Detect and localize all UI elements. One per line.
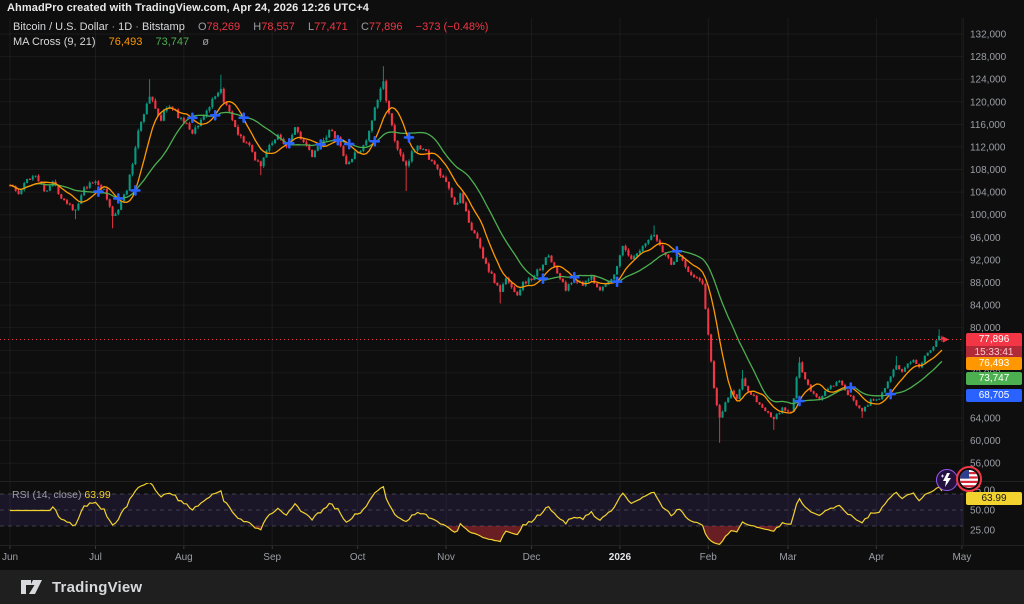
ma-slow-price-label: 73,747	[966, 372, 1022, 385]
last-price-label: 77,896 15:33:41	[966, 333, 1022, 359]
ma-fast-price-label: 76,493	[966, 357, 1022, 370]
rsi-legend[interactable]: RSI (14, close) 63.99	[12, 489, 111, 501]
brand-name[interactable]: TradingView	[52, 579, 142, 596]
symbol-title[interactable]: Bitcoin / U.S. Dollar	[13, 21, 108, 33]
exchange-label: Bitstamp	[142, 21, 185, 33]
attribution-bar: AhmadPro created with TradingView.com, A…	[7, 2, 369, 17]
boost-lightning-icon[interactable]	[936, 469, 958, 491]
tradingview-chart-snapshot: AhmadPro created with TradingView.com, A…	[0, 0, 1024, 604]
indicator-name[interactable]: MA Cross	[13, 36, 61, 48]
tradingview-logo[interactable]	[20, 578, 44, 596]
symbol-row[interactable]: Bitcoin / U.S. Dollar · 1D · Bitstamp O7…	[13, 20, 488, 35]
indicator-row[interactable]: MA Cross (9, 21) 76,493 73,747 ø	[13, 35, 488, 50]
candlestick-chart-canvas[interactable]: 132,000128,000124,000120,000116,000112,0…	[0, 0, 1024, 604]
interval-label[interactable]: 1D	[118, 21, 132, 33]
ma-slow-value: 73,747	[155, 36, 189, 48]
us-flag-icon[interactable]	[956, 466, 982, 492]
high-value: 78,557	[261, 21, 295, 33]
last-price-value: 77,896	[966, 333, 1022, 346]
rsi-pane	[0, 494, 963, 526]
rsi-value-label: 63.99	[966, 492, 1022, 505]
footer-bar: TradingView	[0, 570, 1024, 604]
change-value: −373 (−0.48%)	[416, 21, 489, 33]
open-value: 78,269	[207, 21, 241, 33]
candles	[9, 66, 943, 443]
low-value: 77,471	[314, 21, 348, 33]
indicator-more-icon[interactable]: ø	[202, 36, 209, 48]
time-axis[interactable]	[0, 545, 1024, 568]
open-label: O	[198, 21, 207, 33]
close-label: C	[361, 21, 369, 33]
axis-labels: 132,000128,000124,000120,000116,000112,0…	[2, 30, 1007, 564]
ma-cross-price-label: 68,705	[966, 389, 1022, 402]
ma-cross-markers	[94, 111, 894, 405]
rsi-value: 63.99	[84, 489, 110, 501]
indicator-params: (9, 21)	[64, 36, 96, 48]
rsi-name[interactable]: RSI	[12, 489, 30, 501]
ma-fast-value: 76,493	[109, 36, 143, 48]
last-price-line	[0, 337, 963, 343]
rsi-params: (14, close)	[32, 489, 81, 501]
attribution-text: AhmadPro created with TradingView.com, A…	[7, 2, 369, 14]
chart-legend: Bitcoin / U.S. Dollar · 1D · Bitstamp O7…	[13, 20, 488, 50]
close-value: 77,896	[369, 21, 403, 33]
